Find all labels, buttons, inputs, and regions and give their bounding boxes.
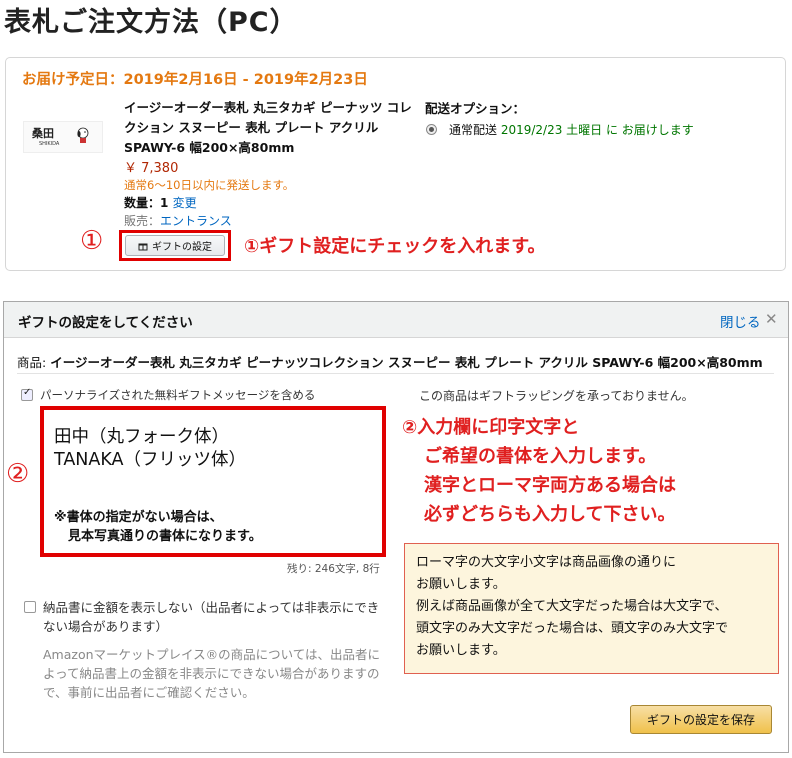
thumbnail-kanji-text: 桑田 (32, 127, 54, 140)
hide-price-checkbox[interactable] (24, 601, 36, 613)
close-dialog-link[interactable]: 閉じる (720, 311, 761, 331)
quantity-label: 数量： (124, 196, 161, 210)
page-title: 表札ご注文方法（PC） (4, 7, 298, 38)
step-2-annotation: ②入力欄に印字文字と ご希望の書体を入力します。 漢字とローマ字両方ある場合は … (402, 413, 676, 529)
dialog-product-row: 商品: イージーオーダー表札 丸三タカギ ピーナッツコレクション スヌーピー 表… (17, 352, 763, 371)
message-note-2: 見本写真通りの書体になります。 (68, 529, 262, 544)
step-2-annotation-line: 漢字とローマ字両方ある場合は (424, 475, 676, 496)
seller-name-link[interactable]: エントランス (160, 214, 232, 228)
delivery-estimate: お届け予定日：2019年2月16日 - 2019年2月23日 (22, 72, 368, 88)
seller-label: 販売： (124, 214, 161, 228)
standard-shipping-label: 通常配送 2019/2/23 土曜日 に お届けします (449, 121, 694, 138)
ship-note: 通常6～10日以内に発送します。 (124, 178, 295, 192)
step-2-annotation-line: 必ずどちらも入力して下さい。 (424, 504, 676, 525)
snoopy-icon (77, 127, 89, 143)
quantity: 数量：1 変更 (124, 194, 197, 211)
product-price: ￥ 7,380 (124, 161, 179, 176)
seller: 販売：エントランス (124, 212, 232, 229)
romaji-note-line: 頭文字のみ大文字だった場合は、頭文字のみ大文字で (416, 621, 729, 636)
romaji-note-line: ローマ字の大文字小文字は商品画像の通りに (416, 555, 677, 570)
message-line-2: TANAKA（フリッツ体） (54, 450, 247, 470)
romaji-note-line: 例えば商品画像が全て大文字だった場合は大文字で、 (416, 599, 728, 614)
quantity-value: 1 (160, 196, 169, 210)
romaji-note-text: ローマ字の大文字小文字は商品画像の通りに お願いします。 例えば商品画像が全て大… (416, 552, 776, 662)
save-gift-settings-label: ギフトの設定を保存 (646, 713, 755, 727)
shipping-options-label: 配送オプション： (425, 101, 526, 116)
product-name[interactable]: イージーオーダー表札 丸三タカギ ピーナッツ コレクション スヌーピー 表札 プ… (124, 98, 414, 158)
step-2-marker: ② (6, 459, 30, 489)
thumbnail-romaji-text: SHIKIDA (39, 141, 60, 147)
dialog-product-prefix: 商品: (17, 355, 51, 370)
save-gift-settings-button[interactable]: ギフトの設定を保存 (630, 705, 772, 734)
include-message-label[interactable]: パーソナライズされた無料ギフトメッセージを含める (40, 387, 315, 403)
change-quantity-link[interactable]: 変更 (173, 196, 197, 210)
shipping-option-name: 通常配送 (449, 123, 501, 137)
remaining-characters: 残り: 246文字, 8行 (287, 563, 380, 575)
close-icon[interactable]: ✕ (765, 310, 778, 328)
hide-price-label[interactable]: 納品書に金額を表示しない（出品者によっては非表示にできない場合があります） (43, 598, 388, 636)
include-message-checkbox[interactable] (21, 387, 33, 401)
step-2-annotation-line: ②入力欄に印字文字と (402, 417, 580, 438)
step-1-marker: ① (80, 226, 104, 256)
divider (17, 373, 774, 374)
dialog-title: ギフトの設定をしてください (18, 315, 193, 331)
step-2-annotation-line: ご希望の書体を入力します。 (424, 446, 657, 467)
message-line-1: 田中（丸フォーク体） (54, 427, 229, 447)
romaji-note-line: お願いします。 (416, 577, 506, 592)
product-thumbnail[interactable]: 桑田 SHIKIDA (23, 121, 103, 153)
shipping-option-date: 2019/2/23 土曜日 に お届けします (500, 123, 694, 137)
standard-shipping-radio[interactable] (426, 124, 437, 135)
gift-icon (138, 243, 148, 250)
message-note-1: ※書体の指定がない場合は、 (54, 510, 223, 525)
dialog-product-name: イージーオーダー表札 丸三タカギ ピーナッツコレクション スヌーピー 表札 プレ… (50, 355, 763, 370)
no-wrapping-note: この商品はギフトラッピングを承っておりません。 (419, 389, 694, 403)
marketplace-note: Amazonマーケットプレイス®の商品については、出品者によって納品書上の金額を… (43, 647, 381, 700)
gift-settings-button-label: ギフトの設定 (152, 242, 212, 253)
romaji-note-line: お願いします。 (416, 643, 506, 658)
step-1-annotation: ①ギフト設定にチェックを入れます。 (244, 236, 546, 257)
gift-settings-button[interactable]: ギフトの設定 (125, 235, 225, 256)
